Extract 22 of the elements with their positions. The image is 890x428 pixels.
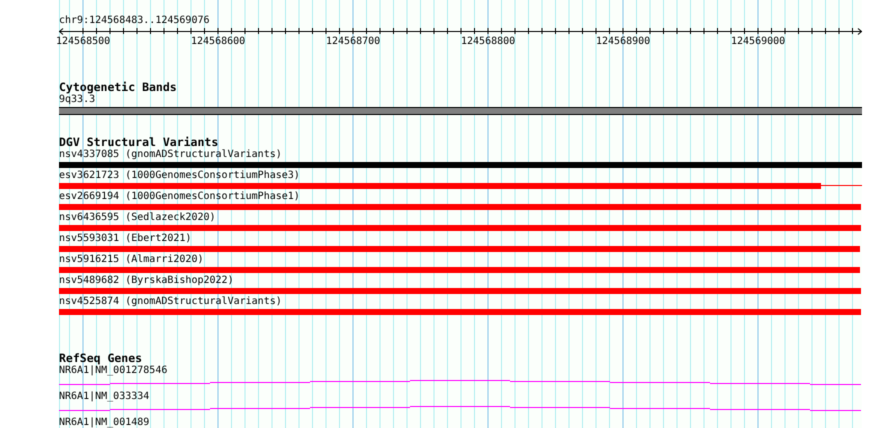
gene-label: NR6A1|NM_001278546 [59,365,168,377]
variant-label: nsv5593031 (Ebert2021) [59,233,192,245]
tick-label: 124568500 [56,36,110,48]
tick-label: 124568800 [461,36,516,48]
tick-label: 124569000 [731,36,786,48]
variant-label: esv3621723 (1000GenomesConsortiumPhase3) [59,170,300,182]
location-label: chr9:124568483..124569076 [59,15,210,27]
tick-label: 124568600 [191,36,246,48]
tick-label: 124568900 [596,36,650,48]
band-label: 9q33.3 [59,94,96,106]
variant-label: nsv4525874 (gnomADStructuralVariants) [59,296,282,308]
tick-label: 124568700 [326,36,380,48]
variant-label: nsv5489682 (ByrskaBishop2022) [59,275,234,287]
track-title: RefSeq Genes [59,351,142,365]
gene-label: NR6A1|NM_001489 [59,417,150,428]
gene-label: NR6A1|NM_033334 [59,391,150,403]
variant-label: nsv4337085 (gnomADStructuralVariants) [59,149,282,161]
variant-label: esv2669194 (1000GenomesConsortiumPhase1) [59,191,300,203]
track-title: DGV Structural Variants [59,135,218,149]
variant-label: nsv6436595 (Sedlazeck2020) [59,212,216,224]
track-title: Cytogenetic Bands [59,80,177,94]
variant-label: nsv5916215 (Almarri2020) [59,254,204,266]
